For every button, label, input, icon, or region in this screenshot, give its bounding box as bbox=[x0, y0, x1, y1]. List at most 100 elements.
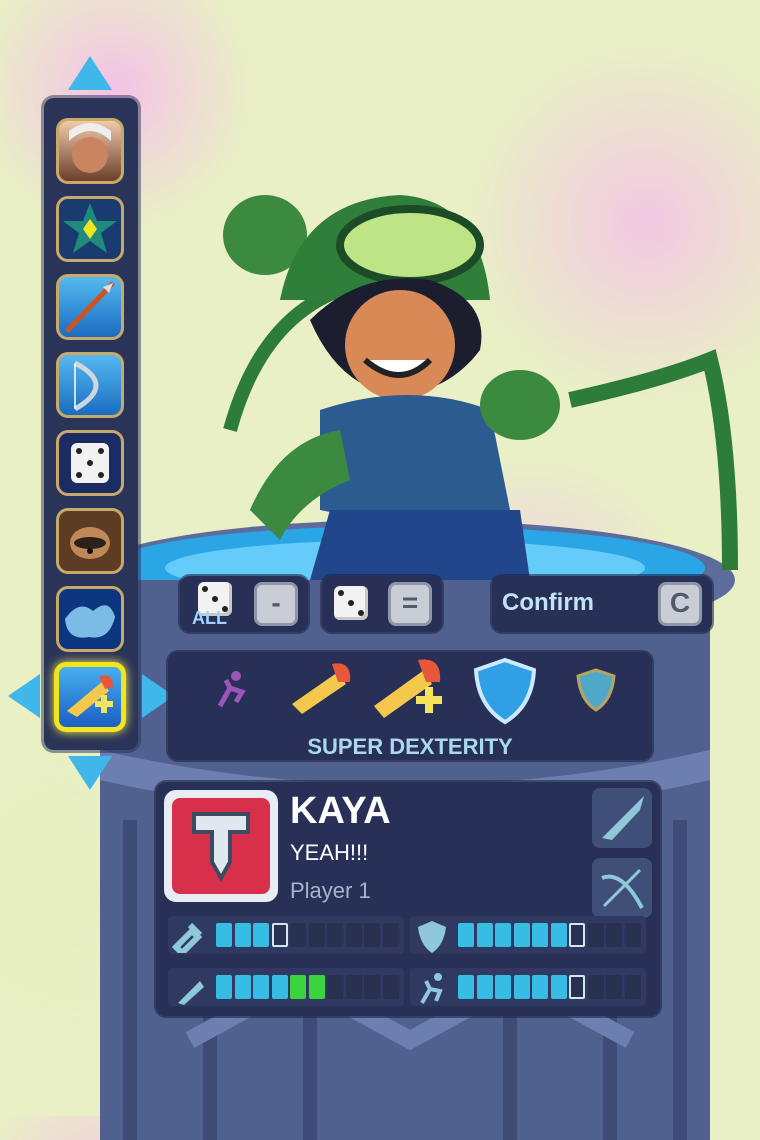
confirm-key-button[interactable]: C bbox=[658, 582, 702, 626]
dexterity-stance-icon bbox=[292, 663, 351, 714]
stat-segment bbox=[216, 975, 232, 999]
arrow-up-icon bbox=[68, 56, 112, 90]
randomize-all-panel: ALL - bbox=[180, 576, 308, 632]
stat-segment bbox=[606, 975, 622, 999]
slot-weapon-spear[interactable] bbox=[56, 274, 124, 340]
stat-segment bbox=[253, 975, 269, 999]
defense-stance-icon bbox=[473, 657, 537, 725]
slot-companion[interactable] bbox=[56, 508, 124, 574]
legend-name: KAYA bbox=[290, 790, 391, 832]
speed-stance-icon bbox=[217, 671, 246, 708]
stat-segment bbox=[532, 923, 548, 947]
spear-icon bbox=[602, 796, 644, 840]
stat-segment bbox=[495, 975, 511, 999]
player-card: KAYA YEAH!!! Player 1 bbox=[156, 782, 660, 1016]
stat-segment bbox=[308, 975, 325, 999]
legend-taunt: YEAH!!! bbox=[290, 840, 369, 865]
stat-segment bbox=[587, 923, 604, 947]
stat-bar bbox=[168, 916, 404, 958]
stat-segment bbox=[345, 923, 362, 947]
stat-segment bbox=[458, 975, 474, 999]
randomize-key-button[interactable]: = bbox=[388, 582, 432, 626]
character-kaya-illustration bbox=[223, 195, 738, 580]
stat-segment bbox=[327, 975, 343, 999]
slot-podium[interactable] bbox=[56, 586, 124, 652]
stat-segment bbox=[290, 923, 306, 947]
stance-selector: SUPER DEXTERITY bbox=[168, 652, 652, 760]
stat-segment bbox=[550, 923, 567, 947]
stance-option-speed[interactable] bbox=[206, 666, 254, 714]
stat-segment bbox=[382, 975, 399, 999]
stat-segment bbox=[550, 975, 567, 999]
super-defense-stance-icon bbox=[576, 668, 616, 712]
loadout-slot-list bbox=[44, 98, 138, 750]
stance-option-defense[interactable] bbox=[470, 656, 540, 726]
stat-segment bbox=[216, 923, 232, 947]
confirm-label: Confirm bbox=[502, 589, 594, 616]
stance-icon bbox=[67, 675, 113, 717]
weapon-slot-spear[interactable] bbox=[592, 788, 652, 848]
stat-bar bbox=[410, 916, 646, 954]
scroll-down-arrow[interactable] bbox=[66, 754, 114, 794]
blue-splash-podium-icon bbox=[65, 605, 115, 638]
stat-segment bbox=[345, 975, 362, 999]
slot-weapon-bow[interactable] bbox=[56, 352, 124, 418]
slot-character[interactable] bbox=[56, 118, 124, 184]
stat-segment bbox=[290, 975, 306, 999]
stat-segment bbox=[569, 923, 585, 947]
stat-segment bbox=[327, 923, 343, 947]
stat-segment bbox=[476, 975, 493, 999]
spiked-star-emblem-icon bbox=[63, 203, 117, 253]
previous-option-arrow[interactable] bbox=[6, 672, 46, 722]
stat-segment bbox=[513, 923, 530, 947]
arrow-down-icon bbox=[68, 756, 112, 790]
dice-icon bbox=[334, 586, 368, 620]
stat-segment bbox=[624, 975, 641, 999]
hammer-emblem-icon bbox=[192, 812, 250, 883]
stat-segment bbox=[495, 923, 511, 947]
stat-segment bbox=[271, 923, 288, 947]
randomize-panel: = bbox=[322, 576, 442, 632]
stat-segment bbox=[382, 923, 399, 947]
scroll-up-arrow[interactable] bbox=[66, 54, 114, 94]
stat-segment bbox=[513, 975, 530, 999]
stat-segment bbox=[587, 975, 604, 999]
arrow-left-icon bbox=[8, 674, 40, 718]
bow-icon bbox=[601, 868, 644, 909]
stance-name: SUPER DEXTERITY bbox=[307, 734, 513, 759]
stance-option-dexterity[interactable] bbox=[286, 658, 356, 722]
slot-stance[interactable] bbox=[54, 662, 126, 732]
strength-icon bbox=[171, 917, 208, 958]
speed-icon bbox=[414, 969, 450, 1010]
randomize-all-key-button[interactable]: - bbox=[254, 582, 298, 626]
slot-emblem[interactable] bbox=[56, 196, 124, 262]
stat-bar bbox=[410, 968, 646, 1006]
bow-weapon-icon bbox=[73, 360, 99, 412]
player-label: Player 1 bbox=[290, 878, 371, 903]
weapon-slot-bow[interactable] bbox=[592, 858, 652, 918]
stat-segment bbox=[569, 975, 585, 999]
raccoon-companion-icon bbox=[70, 527, 110, 559]
randomize-all-label: ALL bbox=[192, 608, 227, 628]
defense-icon bbox=[414, 917, 450, 958]
stat-bar bbox=[168, 968, 404, 1006]
stance-option-super-defense[interactable] bbox=[572, 666, 620, 714]
stat-segment bbox=[364, 923, 380, 947]
stat-segment bbox=[234, 923, 251, 947]
dexterity-icon bbox=[172, 969, 208, 1010]
stat-segment bbox=[271, 975, 288, 999]
stat-segment bbox=[476, 923, 493, 947]
legend-emblem bbox=[164, 790, 278, 902]
stance-option-super-dexterity[interactable] bbox=[368, 656, 448, 726]
stat-segment bbox=[308, 923, 325, 947]
slot-random[interactable] bbox=[56, 430, 124, 496]
super-dexterity-stance-icon bbox=[374, 659, 442, 718]
random-dice-icon bbox=[71, 443, 109, 483]
stat-segment bbox=[253, 923, 269, 947]
confirm-panel[interactable]: Confirm C bbox=[492, 576, 712, 632]
stat-segment bbox=[606, 923, 622, 947]
stat-segment bbox=[234, 975, 251, 999]
stat-segment bbox=[364, 975, 380, 999]
spear-weapon-icon bbox=[65, 281, 115, 333]
stat-segment bbox=[624, 923, 641, 947]
